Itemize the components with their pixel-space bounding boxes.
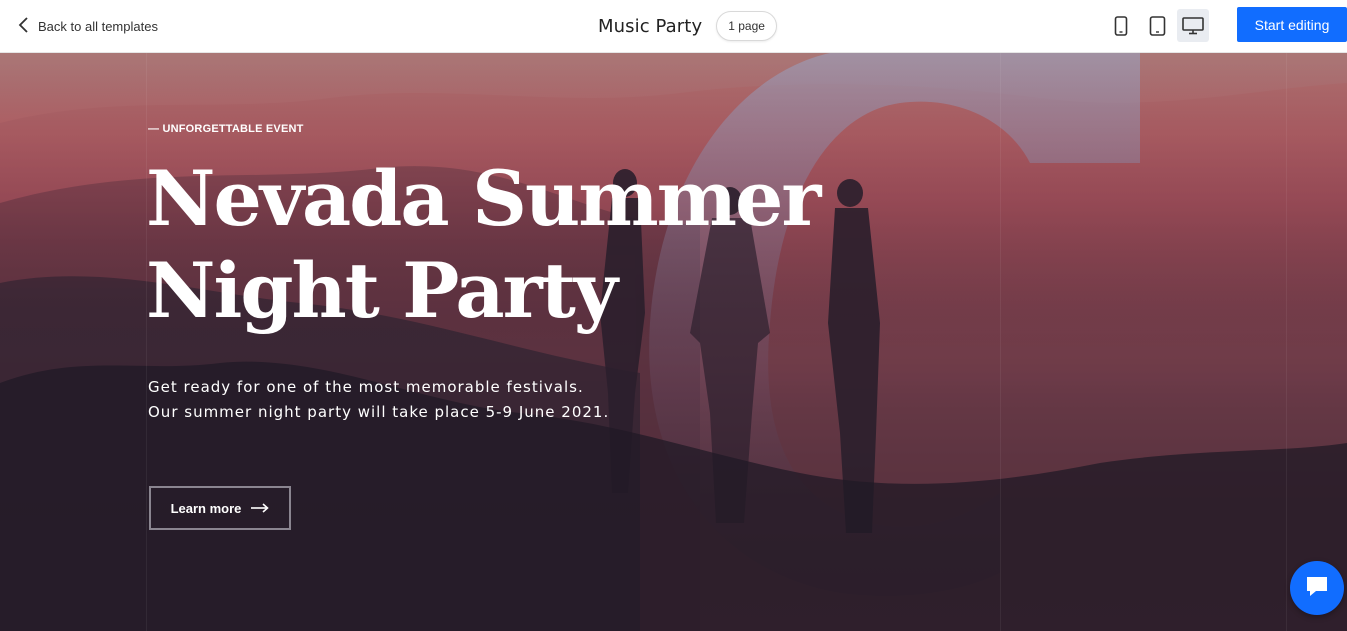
guide-line — [1286, 53, 1287, 631]
eyebrow-label: — UNFORGETTABLE EVENT — [148, 123, 304, 135]
hero-section: — UNFORGETTABLE EVENT Nevada Summer Nigh… — [0, 53, 1347, 631]
headline-line-2: Night Party — [146, 246, 618, 335]
hero-background-image — [0, 53, 1347, 631]
desktop-view-button[interactable] — [1177, 9, 1209, 42]
mobile-icon — [1114, 15, 1128, 36]
tablet-view-button[interactable] — [1141, 9, 1173, 42]
description-line-1: Get ready for one of the most memorable … — [148, 378, 584, 396]
hero-headline: Nevada Summer Night Party — [146, 153, 826, 337]
learn-more-label: Learn more — [170, 500, 242, 516]
headline-line-1: Nevada Summer — [146, 154, 821, 243]
chat-button[interactable] — [1290, 561, 1344, 615]
back-to-templates-link[interactable]: Back to all templates — [18, 14, 158, 38]
top-bar: Back to all templates Music Party 1 page… — [0, 0, 1347, 53]
description-line-2: Our summer night party will take place 5… — [148, 403, 610, 421]
learn-more-button[interactable]: Learn more — [149, 486, 291, 530]
site-title: Music Party — [598, 15, 703, 37]
pages-badge[interactable]: 1 page — [716, 11, 777, 41]
back-link-label: Back to all templates — [38, 18, 158, 34]
tablet-icon — [1149, 15, 1166, 36]
mobile-view-button[interactable] — [1105, 9, 1137, 42]
arrow-right-icon — [251, 501, 270, 516]
start-editing-button[interactable]: Start editing — [1237, 7, 1347, 42]
title-area: Music Party 1 page — [598, 10, 777, 42]
chat-bubble-icon — [1304, 574, 1330, 603]
guide-line — [146, 53, 147, 631]
guide-line — [1000, 53, 1001, 631]
chevron-left-icon — [18, 16, 30, 36]
device-switcher — [1105, 9, 1209, 42]
hero-description: Get ready for one of the most memorable … — [148, 375, 668, 425]
desktop-icon — [1182, 16, 1204, 35]
